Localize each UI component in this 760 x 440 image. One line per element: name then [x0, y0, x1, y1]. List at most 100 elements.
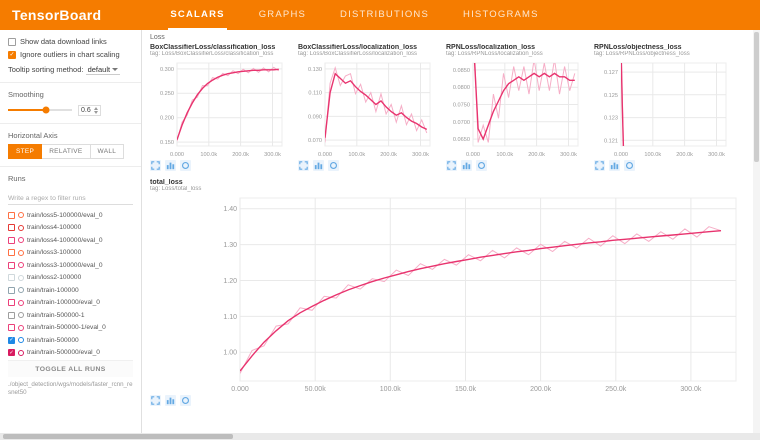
axis-wall-button[interactable]: WALL: [91, 144, 125, 159]
run-list-item[interactable]: train/loss4-100000: [8, 221, 133, 234]
bar-chart-icon[interactable]: [165, 395, 176, 406]
divider: [0, 82, 141, 83]
runs-list: train/loss5-100000/eval_0 train/loss4-10…: [8, 209, 133, 361]
run-list-item[interactable]: ✓ train/train-500000: [8, 334, 133, 347]
run-list-item[interactable]: train/loss2-100000: [8, 271, 133, 284]
ignore-outliers-option[interactable]: ✓ Ignore outliers in chart scaling: [8, 50, 133, 59]
run-list-item[interactable]: train/loss3-100000: [8, 246, 133, 259]
chart-toolbar: [298, 160, 436, 171]
tab-scalars[interactable]: SCALARS: [168, 0, 226, 30]
run-isolator-icon[interactable]: [18, 312, 24, 318]
svg-text:100.0k: 100.0k: [380, 386, 402, 393]
svg-text:300.0k: 300.0k: [708, 152, 725, 158]
vertical-scrollbar[interactable]: [753, 30, 760, 440]
tab-graphs[interactable]: GRAPHS: [257, 0, 308, 30]
toggle-all-runs-button[interactable]: TOGGLE ALL RUNS: [8, 361, 133, 377]
fullscreen-icon[interactable]: [298, 160, 309, 171]
run-isolator-icon[interactable]: [18, 262, 24, 268]
run-checkbox[interactable]: [8, 237, 15, 244]
svg-text:1.10: 1.10: [223, 314, 237, 321]
run-list-item[interactable]: train/loss3-100000/eval_0: [8, 259, 133, 272]
chart-card: BoxClassifierLoss/classification_loss ta…: [150, 44, 288, 171]
pin-icon[interactable]: [624, 160, 635, 171]
svg-text:0.110: 0.110: [308, 91, 322, 97]
fullscreen-icon[interactable]: [150, 160, 161, 171]
bar-chart-icon[interactable]: [313, 160, 324, 171]
horizontal-scrollbar[interactable]: [0, 433, 760, 440]
run-checkbox[interactable]: [8, 212, 15, 219]
axis-relative-button[interactable]: RELATIVE: [42, 144, 90, 159]
svg-text:0.125: 0.125: [604, 93, 618, 99]
smoothing-slider[interactable]: [8, 109, 72, 111]
chart-tag: tag: Loss/RPNLoss/objectness_loss: [594, 51, 732, 57]
fullscreen-icon[interactable]: [446, 160, 457, 171]
run-checkbox[interactable]: [8, 224, 15, 231]
svg-text:1.00: 1.00: [223, 350, 237, 357]
show-download-links-option[interactable]: Show data download links: [8, 37, 133, 46]
run-isolator-icon[interactable]: [18, 237, 24, 243]
pin-icon[interactable]: [328, 160, 339, 171]
run-list-item[interactable]: train/loss4-100000/eval_0: [8, 234, 133, 247]
fullscreen-icon[interactable]: [150, 395, 161, 406]
pin-icon[interactable]: [476, 160, 487, 171]
chart-canvas[interactable]: 1.001.101.201.301.400.00050.00k100.0k150…: [150, 193, 746, 393]
run-isolator-icon[interactable]: [18, 300, 24, 306]
chart-tag: tag: Loss/total_loss: [150, 186, 746, 192]
tab-histograms[interactable]: HISTOGRAMS: [461, 0, 541, 30]
run-list-item[interactable]: train/train-500000-1: [8, 309, 133, 322]
pin-icon[interactable]: [180, 160, 191, 171]
run-isolator-icon[interactable]: [18, 250, 24, 256]
chart-canvas[interactable]: 0.06500.07000.07500.08000.08500.000100.0…: [446, 58, 584, 158]
smoothing-slider-thumb[interactable]: [43, 107, 50, 114]
run-checkbox[interactable]: [8, 299, 15, 306]
bar-chart-icon[interactable]: [609, 160, 620, 171]
run-checkbox[interactable]: [8, 312, 15, 319]
run-isolator-icon[interactable]: [18, 350, 24, 356]
run-list-item[interactable]: train/loss5-100000/eval_0: [8, 209, 133, 222]
pin-icon[interactable]: [180, 395, 191, 406]
svg-text:0.127: 0.127: [604, 70, 618, 76]
run-list-item[interactable]: ✓ train/train-500000/eval_0: [8, 346, 133, 359]
run-checkbox[interactable]: [8, 287, 15, 294]
run-list-item[interactable]: train/train-500000-1/eval_0: [8, 321, 133, 334]
tooltip-sorting-select[interactable]: default: [86, 65, 121, 75]
run-list-item[interactable]: train/train-100000/eval_0: [8, 296, 133, 309]
smoothing-value-box[interactable]: 0.6: [78, 105, 101, 116]
run-checkbox[interactable]: [8, 274, 15, 281]
fullscreen-icon[interactable]: [594, 160, 605, 171]
run-isolator-icon[interactable]: [18, 287, 24, 293]
svg-text:0.200: 0.200: [160, 116, 174, 122]
run-list-item[interactable]: train/train-100000: [8, 284, 133, 297]
svg-text:1.30: 1.30: [223, 242, 237, 249]
run-isolator-icon[interactable]: [18, 337, 24, 343]
run-checkbox[interactable]: [8, 249, 15, 256]
svg-text:0.150: 0.150: [160, 140, 174, 146]
chart-canvas[interactable]: 0.1210.1230.1250.1270.000100.0k200.0k300…: [594, 58, 732, 158]
tab-distributions[interactable]: DISTRIBUTIONS: [338, 0, 431, 30]
chart-canvas[interactable]: 0.0700.0900.1100.1300.000100.0k200.0k300…: [298, 58, 436, 158]
svg-text:200.0k: 200.0k: [676, 152, 693, 158]
runs-filter-input[interactable]: [8, 193, 133, 205]
svg-text:0.000: 0.000: [466, 152, 480, 158]
run-checkbox[interactable]: ✓: [8, 349, 15, 356]
run-checkbox[interactable]: ✓: [8, 337, 15, 344]
show-download-links-checkbox[interactable]: [8, 38, 16, 46]
svg-text:0.0800: 0.0800: [453, 85, 470, 91]
chart-card: RPNLoss/localization_loss tag: Loss/RPNL…: [446, 44, 584, 171]
divider: [0, 166, 141, 167]
axis-step-button[interactable]: STEP: [8, 144, 42, 159]
run-isolator-icon[interactable]: [18, 225, 24, 231]
chart-canvas[interactable]: 0.1500.2000.2500.3000.000100.0k200.0k300…: [150, 58, 288, 158]
bar-chart-icon[interactable]: [461, 160, 472, 171]
run-isolator-icon[interactable]: [18, 325, 24, 331]
svg-text:200.0k: 200.0k: [232, 152, 249, 158]
run-checkbox[interactable]: [8, 324, 15, 331]
spinner-arrows-icon[interactable]: [94, 107, 98, 114]
run-isolator-icon[interactable]: [18, 275, 24, 281]
bar-chart-icon[interactable]: [165, 160, 176, 171]
run-checkbox[interactable]: [8, 262, 15, 269]
run-isolator-icon[interactable]: [18, 212, 24, 218]
ignore-outliers-checkbox[interactable]: ✓: [8, 51, 16, 59]
smoothing-value: 0.6: [81, 107, 91, 114]
chart-card: BoxClassifierLoss/localization_loss tag:…: [298, 44, 436, 171]
